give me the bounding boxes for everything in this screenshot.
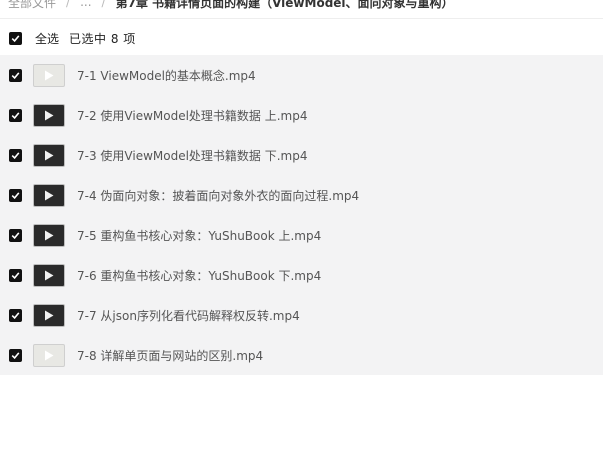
file-checkbox[interactable] [9, 188, 22, 202]
breadcrumb-separator: / [66, 0, 71, 9]
file-row[interactable]: 7-3 使用ViewModel处理书籍数据 下.mp4 [0, 135, 603, 175]
video-thumbnail[interactable] [33, 223, 65, 247]
select-all-checkbox[interactable] [9, 31, 22, 45]
breadcrumb-ellipsis-link[interactable]: ... [80, 0, 91, 9]
play-icon [45, 190, 54, 200]
play-icon [45, 150, 54, 160]
play-icon [45, 230, 54, 240]
file-browser-page: 全部文件 / ... / 第7章 书籍详情页面的构建（ViewModel、面向对… [0, 0, 603, 466]
file-name[interactable]: 7-8 详解单页面与网站的区别.mp4 [77, 347, 263, 364]
selection-toolbar: 全选 已选中 8 项 [0, 26, 136, 50]
breadcrumb-current-folder: 第7章 书籍详情页面的构建（ViewModel、面向对象与重构） [115, 0, 454, 10]
file-row[interactable]: 7-7 从json序列化看代码解释权反转.mp4 [0, 295, 603, 335]
check-icon [11, 151, 20, 159]
selected-count-text: 已选中 8 项 [69, 31, 136, 46]
header-divider [0, 18, 603, 19]
file-name[interactable]: 7-3 使用ViewModel处理书籍数据 下.mp4 [77, 147, 308, 164]
file-name[interactable]: 7-2 使用ViewModel处理书籍数据 上.mp4 [77, 107, 308, 124]
file-row[interactable]: 7-1 ViewModel的基本概念.mp4 [0, 55, 603, 95]
file-name[interactable]: 7-6 重构鱼书核心对象：YuShuBook 下.mp4 [77, 267, 321, 284]
play-icon [45, 350, 54, 360]
check-icon [11, 71, 20, 79]
file-row[interactable]: 7-5 重构鱼书核心对象：YuShuBook 上.mp4 [0, 215, 603, 255]
video-thumbnail[interactable] [33, 143, 65, 167]
video-thumbnail[interactable] [33, 103, 65, 127]
file-name[interactable]: 7-7 从json序列化看代码解释权反转.mp4 [77, 307, 300, 324]
file-checkbox[interactable] [9, 308, 22, 322]
breadcrumb-separator: / [101, 0, 106, 9]
check-icon [11, 271, 20, 279]
file-checkbox[interactable] [9, 148, 22, 162]
video-thumbnail[interactable] [33, 303, 65, 327]
check-icon [11, 111, 20, 119]
file-checkbox[interactable] [9, 348, 22, 362]
check-icon [11, 191, 20, 199]
video-thumbnail[interactable] [33, 263, 65, 287]
file-row[interactable]: 7-6 重构鱼书核心对象：YuShuBook 下.mp4 [0, 255, 603, 295]
file-row[interactable]: 7-2 使用ViewModel处理书籍数据 上.mp4 [0, 95, 603, 135]
breadcrumb: 全部文件 / ... / 第7章 书籍详情页面的构建（ViewModel、面向对… [0, 0, 603, 17]
play-icon [45, 270, 54, 280]
play-icon [45, 110, 54, 120]
file-name[interactable]: 7-4 伪面向对象：披着面向对象外衣的面向过程.mp4 [77, 187, 359, 204]
check-icon [11, 34, 20, 42]
file-name[interactable]: 7-5 重构鱼书核心对象：YuShuBook 上.mp4 [77, 227, 321, 244]
file-row[interactable]: 7-4 伪面向对象：披着面向对象外衣的面向过程.mp4 [0, 175, 603, 215]
breadcrumb-root-link[interactable]: 全部文件 [8, 0, 56, 11]
video-thumbnail[interactable] [33, 343, 65, 367]
play-icon [45, 310, 54, 320]
select-all-label[interactable]: 全选 [35, 30, 59, 47]
play-icon [45, 70, 54, 80]
file-list: 7-1 ViewModel的基本概念.mp4 7-2 使用ViewModel处理书… [0, 55, 603, 375]
file-checkbox[interactable] [9, 68, 22, 82]
file-name[interactable]: 7-1 ViewModel的基本概念.mp4 [77, 67, 256, 84]
video-thumbnail[interactable] [33, 183, 65, 207]
check-icon [11, 311, 20, 319]
file-checkbox[interactable] [9, 268, 22, 282]
check-icon [11, 351, 20, 359]
file-checkbox[interactable] [9, 228, 22, 242]
file-checkbox[interactable] [9, 108, 22, 122]
video-thumbnail[interactable] [33, 63, 65, 87]
check-icon [11, 231, 20, 239]
file-row[interactable]: 7-8 详解单页面与网站的区别.mp4 [0, 335, 603, 375]
